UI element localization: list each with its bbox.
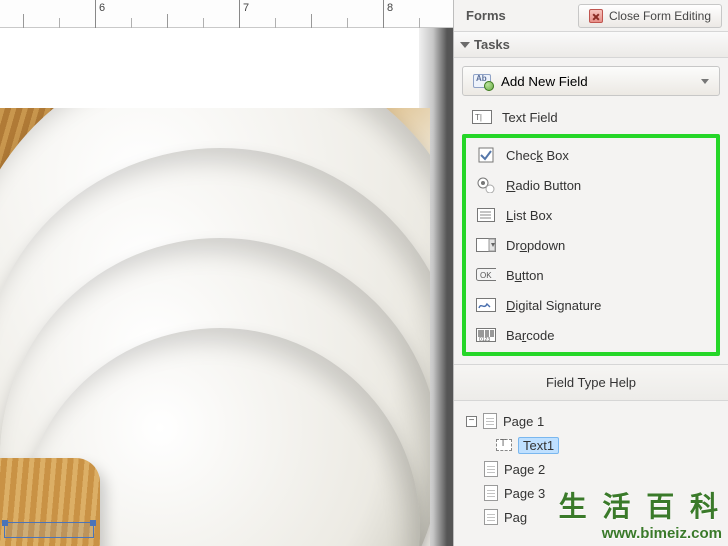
page-icon (484, 509, 498, 525)
embedded-image (0, 108, 430, 546)
close-form-editing-label: Close Form Editing (609, 9, 711, 23)
tree-field-text1[interactable]: Text1 (462, 433, 720, 457)
field-type-check-box[interactable]: Check Box (466, 140, 716, 170)
dropdown-label: Dropdown (506, 238, 710, 253)
tree-page-2-label: Page 2 (504, 462, 545, 477)
tasks-panel: Add New Field T| Text Field Check Box (454, 58, 728, 539)
tree-page-partial-label: Pag (504, 510, 527, 525)
horizontal-ruler: 6 7 8 (0, 0, 453, 28)
app-root: 6 7 8 Forms Close Form Editing (0, 0, 728, 546)
tasks-section-header[interactable]: Tasks (454, 32, 728, 58)
radio-button-label: Radio Button (506, 178, 710, 193)
list-box-label: List Box (506, 208, 710, 223)
field-type-list: T| Text Field Check Box (462, 102, 720, 356)
check-box-icon (476, 147, 496, 163)
document-page[interactable] (0, 28, 453, 546)
close-icon (589, 9, 603, 23)
sidebar-title: Forms (466, 8, 506, 23)
chevron-down-icon (460, 42, 470, 48)
field-selection-handle[interactable] (4, 522, 94, 538)
button-icon: OK (476, 267, 496, 283)
field-type-radio-button[interactable]: Radio Button (466, 170, 716, 200)
document-area: 6 7 8 (0, 0, 453, 546)
digital-signature-label: Digital Signature (506, 298, 710, 313)
sidebar-header: Forms Close Form Editing (454, 0, 728, 32)
check-box-label: Check Box (506, 148, 710, 163)
page-tree: − Page 1 Text1 Page 2 Page 3 (462, 409, 720, 529)
dropdown-icon (476, 237, 496, 253)
tree-collapse-icon[interactable]: − (466, 416, 477, 427)
ruler-tick-8: 8 (387, 2, 393, 14)
tree-page-2[interactable]: Page 2 (462, 457, 720, 481)
tree-page-1[interactable]: − Page 1 (462, 409, 720, 433)
svg-text:T|: T| (475, 113, 482, 122)
text-field-tree-icon (496, 439, 512, 451)
text-field-label: Text Field (502, 110, 714, 125)
radio-button-icon (476, 177, 496, 193)
dropdown-caret-icon (701, 79, 709, 84)
add-new-field-button[interactable]: Add New Field (462, 66, 720, 96)
field-type-barcode[interactable]: 0123 Barcode (466, 320, 716, 350)
svg-text:0123: 0123 (479, 337, 490, 342)
field-type-digital-signature[interactable]: Digital Signature (466, 290, 716, 320)
list-box-icon (476, 207, 496, 223)
barcode-icon: 0123 (476, 327, 496, 343)
field-type-dropdown[interactable]: Dropdown (466, 230, 716, 260)
tree-page-3[interactable]: Page 3 (462, 481, 720, 505)
tasks-title: Tasks (474, 37, 510, 52)
tree-page-partial[interactable]: Pag (462, 505, 720, 529)
text-field-icon: T| (472, 109, 492, 125)
svg-text:OK: OK (480, 271, 492, 280)
tree-page-1-label: Page 1 (503, 414, 544, 429)
tree-field-text1-label: Text1 (518, 437, 559, 454)
field-type-list-box[interactable]: List Box (466, 200, 716, 230)
add-new-field-label: Add New Field (501, 74, 588, 89)
field-type-text-field[interactable]: T| Text Field (462, 102, 720, 132)
field-type-help-label: Field Type Help (546, 375, 636, 390)
digital-signature-icon (476, 297, 496, 313)
forms-sidebar: Forms Close Form Editing Tasks Add New F… (453, 0, 728, 546)
close-form-editing-button[interactable]: Close Form Editing (578, 4, 722, 28)
page-icon (484, 485, 498, 501)
button-label: Button (506, 268, 710, 283)
field-type-button[interactable]: OK Button (466, 260, 716, 290)
ruler-tick-6: 6 (99, 2, 105, 14)
field-type-help-button[interactable]: Field Type Help (454, 364, 728, 401)
add-field-icon (473, 74, 491, 88)
tree-page-3-label: Page 3 (504, 486, 545, 501)
barcode-label: Barcode (506, 328, 710, 343)
page-icon (483, 413, 497, 429)
page-icon (484, 461, 498, 477)
highlighted-field-group: Check Box Radio Button List Box (462, 134, 720, 356)
ruler-tick-7: 7 (243, 2, 249, 14)
